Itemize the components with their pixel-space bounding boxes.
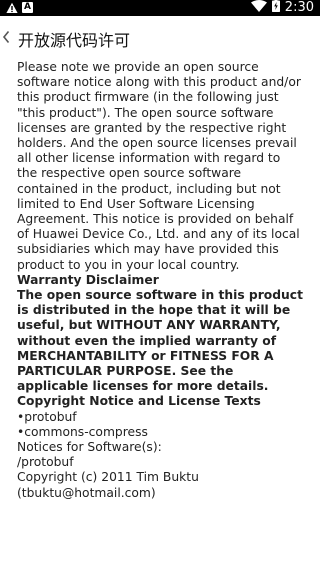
page-title: 开放源代码许可 [18,31,131,50]
software-item-commons-compress: •commons-compress [17,424,148,439]
notices-for-software-label: Notices for Software(s): [17,440,162,455]
software-path-protobuf: /protobuf [17,455,74,470]
status-bar: A 2:30 [0,0,320,16]
status-right-icons: 2:30 [250,0,314,17]
warranty-disclaimer-text: The open source software in this product… [17,288,303,394]
battery-charging-icon [271,0,280,17]
warranty-heading: Warranty Disclaimer [17,272,159,287]
screen: A 2:30 开放源代码许可 Please note we provide an… [0,0,320,575]
copyright-line: Copyright (c) 2011 Tim Buktu [17,470,199,485]
wifi-icon [250,0,267,17]
back-chevron-icon [2,30,10,49]
software-item-protobuf: •protobuf [17,409,77,424]
back-button[interactable] [0,16,14,62]
copyright-email: (tbuktu@hotmail.com) [17,485,156,500]
status-time: 2:30 [284,0,314,15]
copyright-heading: Copyright Notice and License Texts [17,394,261,409]
warning-icon [6,1,18,13]
title-bar: 开放源代码许可 [0,16,320,62]
a-notification-icon: A [22,1,33,13]
status-left-icons: A [6,1,33,13]
open-source-notice-text: Please note we provide an open source so… [17,60,301,272]
license-content[interactable]: Please note we provide an open source so… [17,60,303,501]
